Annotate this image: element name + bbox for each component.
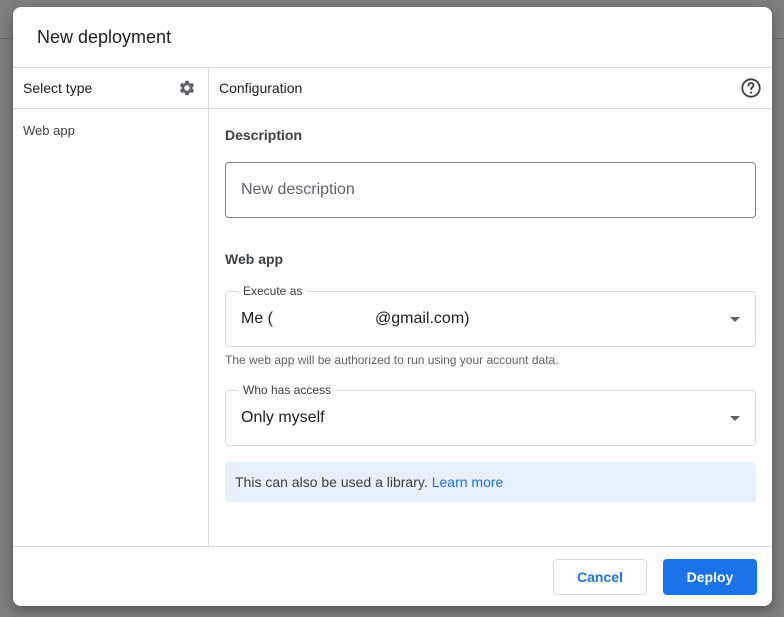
execute-as-value-suffix: @gmail.com) [375, 310, 470, 327]
execute-as-value-prefix: Me ( [241, 310, 273, 327]
gear-icon[interactable] [176, 77, 198, 99]
caret-down-icon [730, 317, 740, 322]
caret-down-icon [730, 416, 740, 421]
who-has-access-select[interactable]: Who has access Only myself [225, 383, 756, 446]
select-type-header: Select type [13, 68, 208, 109]
description-label: Description [225, 127, 303, 143]
deploy-button[interactable]: Deploy [663, 558, 757, 595]
dialog-body: Select type Web app Configuration Descri… [13, 68, 772, 546]
library-info-text: This can also be used a library. [235, 474, 428, 490]
execute-as-value: Me ( @gmail.com) [241, 310, 469, 328]
who-has-access-label: Who has access [238, 383, 337, 397]
execute-as-helper-text: The web app will be authorized to run us… [225, 353, 559, 367]
cancel-button[interactable]: Cancel [553, 558, 647, 595]
configuration-body: Description Web app Execute as Me ( @gma… [209, 127, 772, 502]
dialog-footer: Cancel Deploy [13, 546, 772, 606]
web-app-section-label: Web app [225, 251, 284, 267]
dialog-header: New deployment [13, 7, 772, 68]
configuration-header: Configuration [209, 68, 772, 109]
execute-as-select[interactable]: Execute as Me ( @gmail.com) [225, 284, 756, 347]
learn-more-link[interactable]: Learn more [432, 474, 504, 490]
dialog-title: New deployment [37, 26, 172, 47]
library-info-banner: This can also be used a library. Learn m… [225, 462, 756, 502]
select-type-label: Select type [23, 80, 93, 96]
configuration-pane: Configuration Description Web app Execut… [209, 68, 772, 546]
execute-as-label: Execute as [238, 284, 308, 298]
configuration-label: Configuration [219, 80, 303, 96]
type-item-web-app[interactable]: Web app [13, 109, 208, 152]
redacted-email [273, 310, 375, 328]
help-circle-icon[interactable] [740, 77, 762, 99]
who-has-access-value: Only myself [241, 409, 325, 426]
select-type-pane: Select type Web app [13, 68, 209, 546]
description-input[interactable] [225, 162, 756, 218]
new-deployment-dialog: New deployment Select type Web app Confi… [13, 7, 772, 606]
